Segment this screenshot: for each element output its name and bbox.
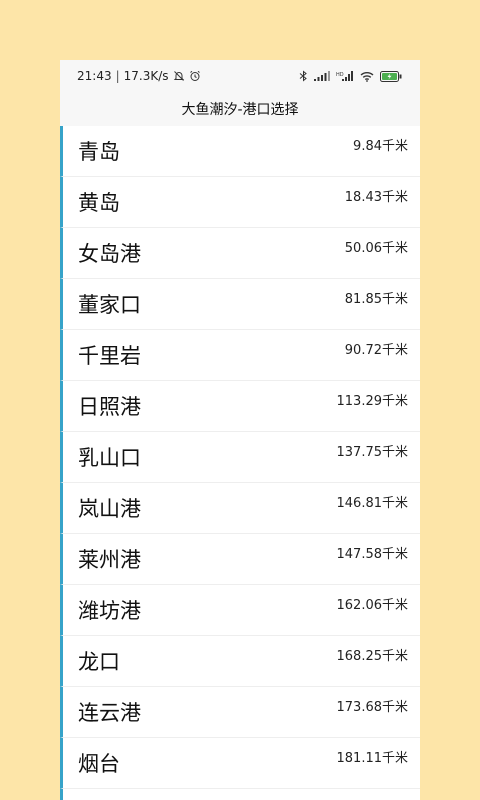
port-name: 董家口 <box>78 293 141 317</box>
page-title-bar: 大鱼潮汐-港口选择 <box>60 92 420 126</box>
port-row-huangdao[interactable]: 黄岛 18.43千米 <box>60 177 420 228</box>
port-name: 潍坊港 <box>78 599 141 623</box>
port-row-rushankou[interactable]: 乳山口 137.75千米 <box>60 432 420 483</box>
phone-screen: 21:43 | 17.3K/s HD 大鱼潮汐-港口选择 青岛 9.84千米 黄… <box>60 60 420 800</box>
svg-text:HD: HD <box>336 72 344 78</box>
port-row-yantai[interactable]: 烟台 181.11千米 <box>60 738 420 789</box>
port-list[interactable]: 青岛 9.84千米 黄岛 18.43千米 女岛港 50.06千米 董家口 81.… <box>60 126 420 800</box>
port-name: 青岛 <box>78 140 120 164</box>
port-distance: 113.29千米 <box>336 394 409 409</box>
port-row-qingdao[interactable]: 青岛 9.84千米 <box>60 126 420 177</box>
mute-bell-icon <box>173 70 185 82</box>
port-row-lianyungang[interactable]: 连云港 173.68千米 <box>60 687 420 738</box>
port-distance: 18.43千米 <box>344 190 408 205</box>
status-bar: 21:43 | 17.3K/s HD <box>60 60 420 92</box>
alarm-icon <box>189 70 201 82</box>
port-distance: 137.75千米 <box>336 445 409 460</box>
bluetooth-icon <box>299 70 308 82</box>
port-distance: 146.81千米 <box>336 496 409 511</box>
port-row-qianliyan[interactable]: 千里岩 90.72千米 <box>60 330 420 381</box>
port-row-dongjiakou[interactable]: 董家口 81.85千米 <box>60 279 420 330</box>
port-name: 千里岩 <box>78 344 141 368</box>
port-distance: 50.06千米 <box>344 241 408 256</box>
port-row-nvdaogang[interactable]: 女岛港 50.06千米 <box>60 228 420 279</box>
battery-charging-icon <box>380 70 402 82</box>
port-row-partial[interactable] <box>60 789 420 800</box>
port-row-longkou[interactable]: 龙口 168.25千米 <box>60 636 420 687</box>
port-row-laizhougang[interactable]: 莱州港 147.58千米 <box>60 534 420 585</box>
status-left: 21:43 | 17.3K/s <box>77 69 201 83</box>
port-name: 乳山口 <box>78 446 141 470</box>
port-name: 连云港 <box>78 701 141 725</box>
port-distance: 147.58千米 <box>336 547 409 562</box>
signal-icon <box>314 71 330 81</box>
port-row-rizhaogang[interactable]: 日照港 113.29千米 <box>60 381 420 432</box>
port-row-lanshangang[interactable]: 岚山港 146.81千米 <box>60 483 420 534</box>
status-separator: | <box>115 69 120 83</box>
port-distance: 181.11千米 <box>336 751 409 766</box>
port-distance: 90.72千米 <box>344 343 408 358</box>
port-name: 女岛港 <box>78 242 141 266</box>
port-name: 岚山港 <box>78 497 141 521</box>
wifi-icon <box>360 71 374 82</box>
port-name: 烟台 <box>78 752 120 776</box>
network-speed: 17.3K/s <box>123 69 169 83</box>
port-distance: 162.06千米 <box>336 598 409 613</box>
port-distance: 81.85千米 <box>344 292 408 307</box>
status-right: HD <box>299 70 402 82</box>
port-row-weifanggang[interactable]: 潍坊港 162.06千米 <box>60 585 420 636</box>
port-name: 黄岛 <box>78 191 120 215</box>
port-distance: 168.25千米 <box>336 649 409 664</box>
port-distance: 173.68千米 <box>336 700 409 715</box>
hd-signal-icon: HD <box>336 71 354 81</box>
status-time: 21:43 <box>77 69 112 83</box>
port-name: 日照港 <box>78 395 141 419</box>
port-distance: 9.84千米 <box>353 139 408 154</box>
port-name: 莱州港 <box>78 548 141 572</box>
port-name: 龙口 <box>78 650 120 674</box>
page-title: 大鱼潮汐-港口选择 <box>181 102 299 118</box>
